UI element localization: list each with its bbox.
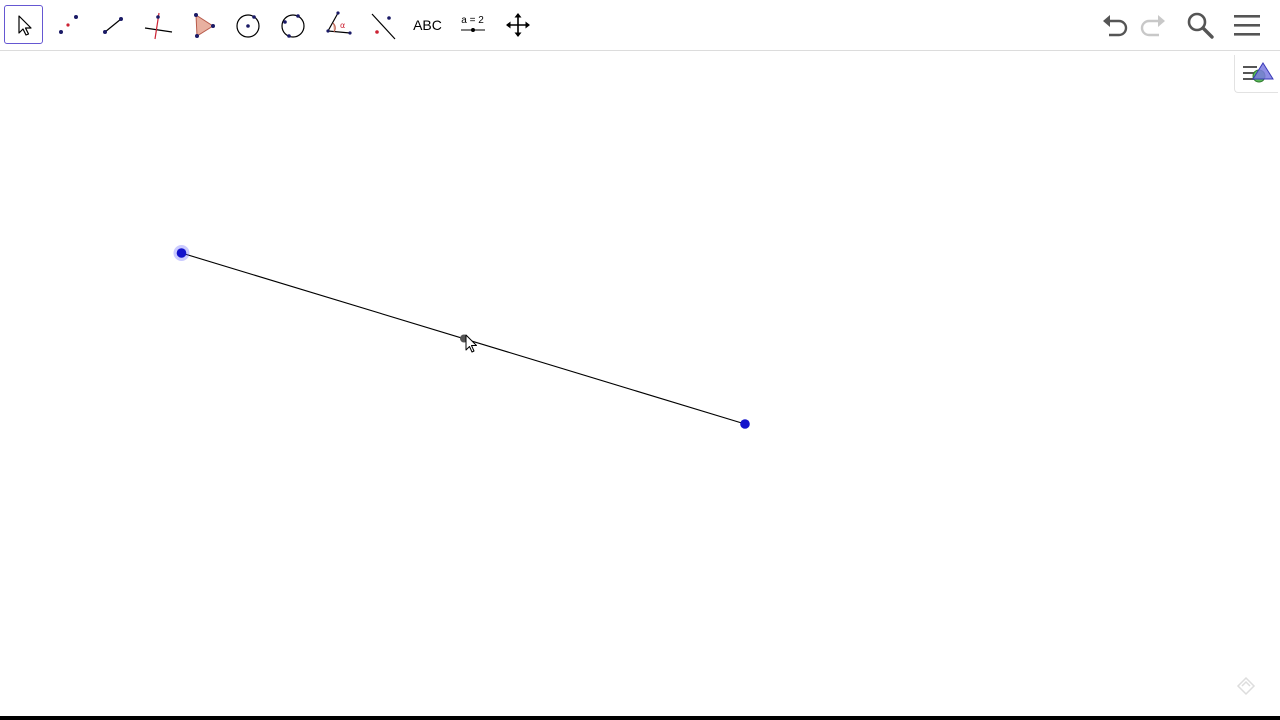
point-b[interactable] — [740, 419, 750, 429]
segment-tool-button[interactable] — [93, 5, 132, 44]
reflect-line-icon — [371, 13, 395, 39]
circle-three-points-icon — [280, 13, 305, 38]
polygon-icon — [193, 12, 215, 38]
circle-tool-button[interactable] — [228, 5, 267, 44]
redo-icon — [1140, 15, 1165, 37]
point-a[interactable] — [176, 248, 187, 258]
slider-icon: a = 2 — [460, 15, 486, 34]
redo-button[interactable] — [1136, 8, 1170, 42]
zoom-panel-icon[interactable] — [1234, 674, 1258, 698]
menu-icon — [1234, 15, 1260, 36]
circle-center-point-icon — [235, 13, 260, 38]
slider-tool-label: a = 2 — [461, 15, 484, 26]
graphics-view[interactable] — [0, 51, 1280, 716]
undo-icon — [1103, 15, 1128, 37]
move-tool-button[interactable] — [4, 5, 43, 44]
polygon-tool-button[interactable] — [183, 5, 222, 44]
graphics-canvas[interactable] — [0, 51, 1280, 716]
angle-icon: α — [325, 10, 352, 35]
svg-text:α: α — [340, 21, 345, 30]
angle-tool-button[interactable]: α — [318, 5, 357, 44]
text-tool-button[interactable]: ABC — [408, 5, 447, 44]
move-graphics-tool-button[interactable] — [498, 5, 537, 44]
toolbar: α ABC a = 2 — [0, 0, 1280, 51]
mouse-cursor-icon — [465, 334, 477, 353]
arrow-cursor-icon — [17, 14, 32, 36]
search-button[interactable] — [1183, 8, 1217, 42]
segment-icon — [102, 16, 123, 34]
perpendicular-line-tool-button[interactable] — [138, 5, 177, 44]
circle-three-points-tool-button[interactable] — [273, 5, 312, 44]
perpendicular-icon — [144, 12, 172, 39]
reflect-tool-button[interactable] — [363, 5, 402, 44]
move-arrows-icon — [505, 12, 530, 37]
bottom-border — [0, 716, 1280, 720]
point-tool-button[interactable] — [48, 5, 87, 44]
menu-button[interactable] — [1230, 8, 1264, 42]
slider-tool-button[interactable]: a = 2 — [453, 5, 492, 44]
undo-button[interactable] — [1098, 8, 1132, 42]
point-icon — [58, 14, 78, 34]
slider-track-icon — [460, 28, 485, 32]
search-icon — [1187, 12, 1214, 39]
text-tool-label: ABC — [413, 16, 442, 33]
